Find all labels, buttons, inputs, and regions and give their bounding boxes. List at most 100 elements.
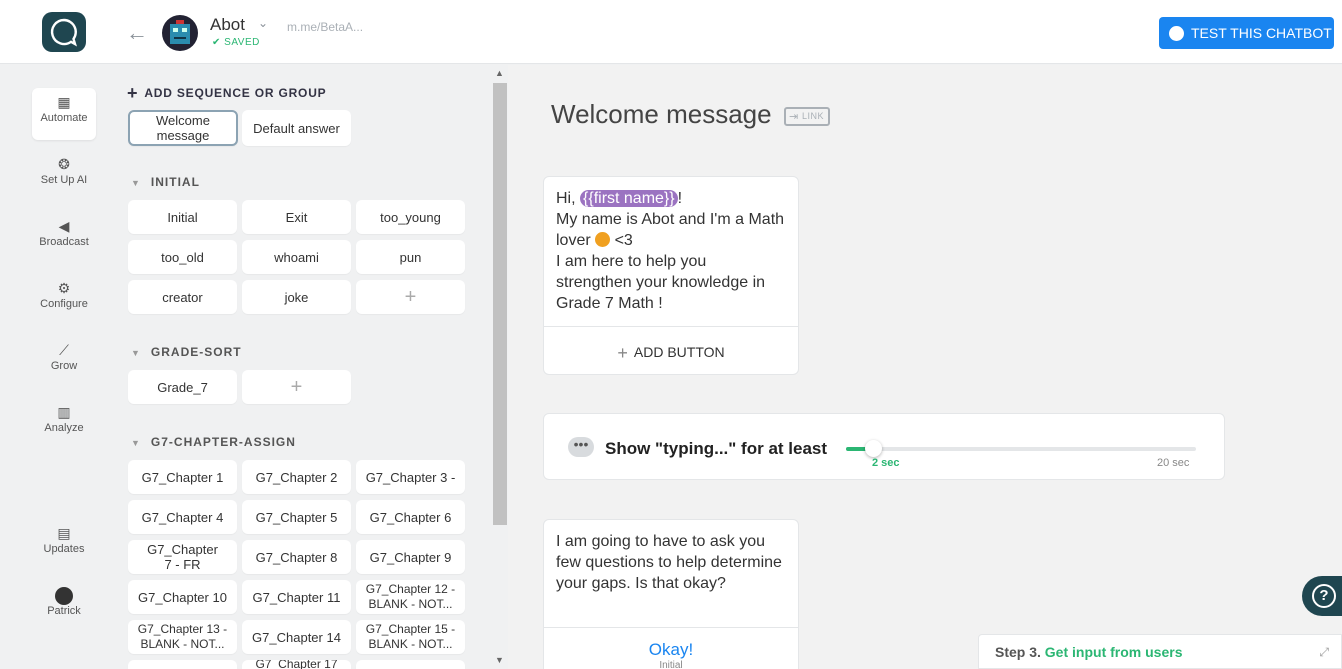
- add-sequence-label: ADD SEQUENCE OR GROUP: [144, 86, 327, 100]
- step-number: Step 3.: [995, 644, 1041, 660]
- quick-reply-label: Okay!: [648, 640, 694, 659]
- typing-dots-icon: •••: [568, 437, 594, 457]
- link-button[interactable]: ⇥ LINK: [784, 107, 830, 126]
- typing-label: Show "typing..." for at least: [605, 439, 828, 458]
- editor-canvas: Welcome message ⇥ LINK Hi, {{first name}}…: [508, 65, 1342, 669]
- nav-label: Updates: [43, 543, 85, 555]
- nav-grow[interactable]: ⟋ Grow: [32, 336, 96, 388]
- nav-label: Patrick: [47, 605, 81, 617]
- page-title[interactable]: Welcome message: [551, 99, 772, 130]
- nav-label: Configure: [40, 298, 88, 310]
- nav-analyze[interactable]: ▥ Analyze: [32, 398, 96, 450]
- typing-slider[interactable]: [846, 440, 1196, 457]
- check-icon: ✔: [212, 37, 225, 48]
- add-block-button[interactable]: +: [242, 370, 351, 404]
- scrollbar[interactable]: ▲ ▼: [492, 65, 508, 669]
- block-tile[interactable]: too_young: [356, 200, 465, 234]
- add-button[interactable]: + ADD BUTTON: [544, 326, 798, 374]
- nav-label: Set Up AI: [40, 174, 88, 186]
- block-tile[interactable]: creator: [128, 280, 237, 314]
- top-bar: ← Abot ⌄ ✔ SAVED m.me/BetaA... TEST THIS…: [0, 0, 1342, 64]
- block-tile[interactable]: G7_Chapter 9: [356, 540, 465, 574]
- block-tile[interactable]: joke: [242, 280, 351, 314]
- block-tile[interactable]: G7_Chapter 2: [242, 460, 351, 494]
- expand-icon[interactable]: ⤢: [1319, 645, 1329, 660]
- group-header[interactable]: ▼ INITIAL: [131, 175, 200, 189]
- bar-chart-icon: ▥: [57, 404, 71, 420]
- help-button[interactable]: ?: [1302, 576, 1342, 616]
- block-tile[interactable]: pun: [356, 240, 465, 274]
- block-default-answer[interactable]: Default answer: [242, 110, 351, 146]
- block-tile[interactable]: Exit: [242, 200, 351, 234]
- onboarding-step-panel[interactable]: Step 3. Get input from users ⤢: [978, 634, 1342, 669]
- block-tile[interactable]: whoami: [242, 240, 351, 274]
- bot-link[interactable]: m.me/BetaA...: [287, 20, 363, 34]
- typing-card: ••• Show "typing..." for at least 2 sec …: [543, 413, 1225, 480]
- quick-reply-button[interactable]: Okay! Initial: [544, 627, 798, 669]
- block-tile[interactable]: G7_Chapter 1: [128, 460, 237, 494]
- nav-configure[interactable]: ⚙ Configure: [32, 274, 96, 326]
- message-fragment: !: [677, 190, 683, 207]
- link-label: LINK: [802, 111, 825, 121]
- saved-label: SAVED: [224, 37, 260, 48]
- nav-broadcast[interactable]: ◀ Broadcast: [32, 212, 96, 264]
- back-arrow-icon[interactable]: ←: [126, 20, 148, 46]
- nav-profile[interactable]: Patrick: [32, 581, 96, 633]
- block-tile[interactable]: G7_Chapter 7 - FR: [128, 540, 237, 574]
- scroll-up-arrow-icon[interactable]: ▲: [495, 68, 504, 78]
- plus-icon: +: [127, 83, 139, 103]
- sidebar-nav: ▦ Automate ❂ Set Up AI ◀ Broadcast ⚙ Configu…: [0, 65, 127, 669]
- add-sequence-button[interactable]: + ADD SEQUENCE OR GROUP: [127, 83, 326, 104]
- block-tile[interactable]: G7_Chapter 8: [242, 540, 351, 574]
- group-header[interactable]: ▼ G7-CHAPTER-ASSIGN: [131, 435, 296, 449]
- scroll-down-arrow-icon[interactable]: ▼: [495, 655, 504, 665]
- block-tile[interactable]: G7_Chapter 15 - BLANK - NOT...: [356, 620, 465, 654]
- block-tile[interactable]: G7_Chapter 17: [242, 660, 351, 669]
- chevron-down-icon[interactable]: ⌄: [258, 16, 268, 30]
- block-tile[interactable]: Initial: [128, 200, 237, 234]
- bot-avatar[interactable]: [162, 15, 198, 51]
- block-tile-partial[interactable]: [356, 660, 465, 669]
- text-card[interactable]: I am going to have to ask you few questi…: [543, 519, 799, 669]
- message-text[interactable]: Hi, {{first name}}! My name is Abot and I…: [544, 177, 798, 314]
- block-tile[interactable]: Grade_7: [128, 370, 237, 404]
- nav-setup-ai[interactable]: ❂ Set Up AI: [32, 150, 96, 202]
- block-welcome-message[interactable]: Welcome message: [128, 110, 238, 146]
- collapse-triangle-icon: ▼: [131, 438, 141, 448]
- slider-handle[interactable]: [864, 440, 882, 457]
- robot-icon: ▦: [57, 94, 71, 110]
- group-name: G7-CHAPTER-ASSIGN: [150, 435, 296, 449]
- messenger-icon: [1169, 26, 1184, 41]
- test-chatbot-button[interactable]: TEST THIS CHATBOT: [1159, 17, 1334, 49]
- group-header[interactable]: ▼ GRADE-SORT: [131, 345, 242, 359]
- text-card[interactable]: Hi, {{first name}}! My name is Abot and I…: [543, 176, 799, 375]
- blocks-panel: + ADD SEQUENCE OR GROUP Welcome message D…: [127, 65, 492, 669]
- block-tile-partial[interactable]: [128, 660, 237, 669]
- block-tile[interactable]: too_old: [128, 240, 237, 274]
- app-logo[interactable]: [42, 12, 86, 52]
- scrollbar-thumb[interactable]: [493, 83, 507, 525]
- add-block-button[interactable]: +: [356, 280, 465, 314]
- block-tile[interactable]: G7_Chapter 4: [128, 500, 237, 534]
- block-tile[interactable]: G7_Chapter 12 - BLANK - NOT...: [356, 580, 465, 614]
- test-chatbot-label: TEST THIS CHATBOT: [1191, 25, 1332, 41]
- block-tile[interactable]: G7_Chapter 3 -: [356, 460, 465, 494]
- link-arrow-icon: ⇥: [789, 111, 799, 123]
- collapse-triangle-icon: ▼: [131, 348, 141, 358]
- nav-updates[interactable]: ▤ Updates: [32, 519, 96, 571]
- slider-max-label: 20 sec: [1157, 457, 1190, 469]
- block-tile[interactable]: G7_Chapter 6: [356, 500, 465, 534]
- emoji-icon: [595, 232, 611, 247]
- block-tile[interactable]: G7_Chapter 5: [242, 500, 351, 534]
- step-description[interactable]: Get input from users: [1045, 644, 1183, 660]
- message-text[interactable]: I am going to have to ask you few questi…: [544, 520, 798, 594]
- nav-automate[interactable]: ▦ Automate: [32, 88, 96, 140]
- nav-label: Broadcast: [39, 236, 89, 248]
- plus-icon: +: [290, 375, 303, 398]
- bot-name[interactable]: Abot: [210, 15, 245, 35]
- block-tile[interactable]: G7_Chapter 10: [128, 580, 237, 614]
- block-tile[interactable]: G7_Chapter 14: [242, 620, 351, 654]
- block-tile[interactable]: G7_Chapter 11: [242, 580, 351, 614]
- block-tile[interactable]: G7_Chapter 13 - BLANK - NOT...: [128, 620, 237, 654]
- user-attribute-tag[interactable]: {{first name}}: [580, 190, 678, 207]
